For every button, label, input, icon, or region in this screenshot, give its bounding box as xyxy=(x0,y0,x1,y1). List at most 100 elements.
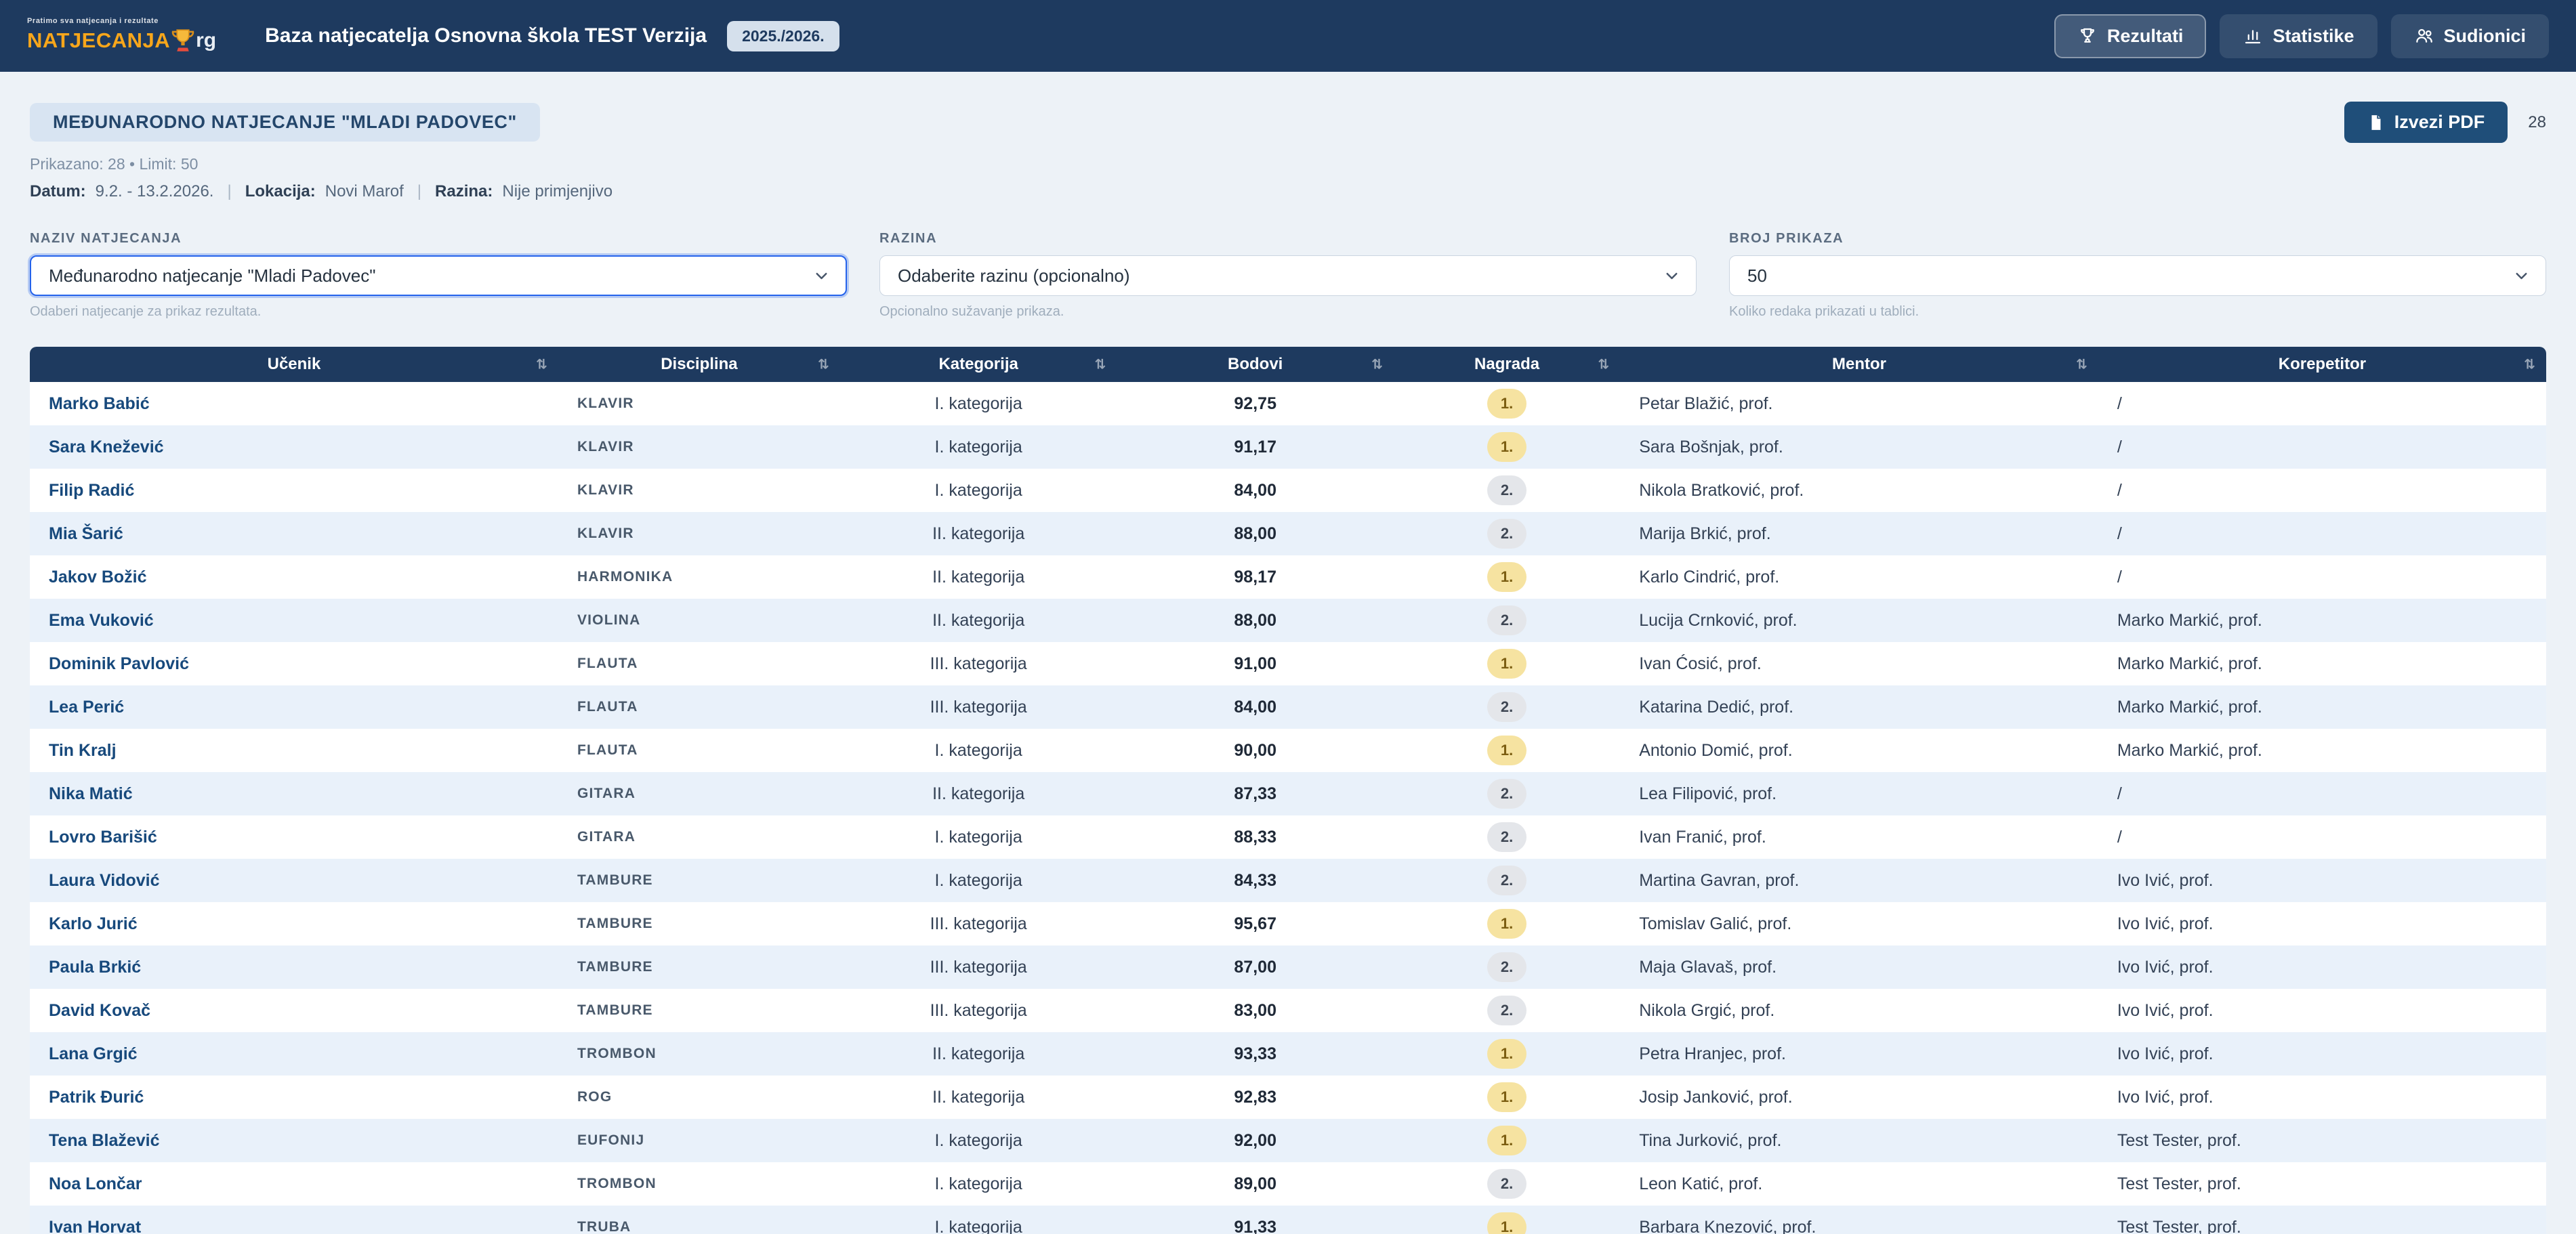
cell-mentor: Leon Katić, prof. xyxy=(1620,1162,2098,1206)
cell-kategorija: III. kategorija xyxy=(840,989,1117,1032)
cell-korepetitor: Marko Markić, prof. xyxy=(2098,685,2546,729)
cell-korepetitor: Ivo Ivić, prof. xyxy=(2098,859,2546,902)
sort-icon[interactable]: ⇅ xyxy=(1095,356,1106,373)
cell-kategorija: I. kategorija xyxy=(840,1119,1117,1162)
cell-bodovi: 84,00 xyxy=(1117,685,1394,729)
nav-label: Statistike xyxy=(2272,26,2354,47)
sort-icon[interactable]: ⇅ xyxy=(536,356,547,373)
cell-disciplina: VIOLINA xyxy=(558,599,840,642)
cell-korepetitor: / xyxy=(2098,469,2546,512)
award-badge: 2. xyxy=(1487,605,1526,635)
cell-disciplina: TAMBURE xyxy=(558,945,840,989)
logo[interactable]: Pratimo sva natjecanja i rezultate NATJE… xyxy=(27,17,216,55)
cell-ucenik: Nika Matić xyxy=(30,772,558,815)
cell-mentor: Antonio Domić, prof. xyxy=(1620,729,2098,772)
sort-icon[interactable]: ⇅ xyxy=(2524,356,2535,373)
column-header-label: Disciplina xyxy=(661,355,737,373)
award-badge: 1. xyxy=(1487,1212,1526,1234)
cell-korepetitor: Marko Markić, prof. xyxy=(2098,642,2546,685)
top-bar: Pratimo sva natjecanja i rezultate NATJE… xyxy=(0,0,2576,72)
pdf-icon xyxy=(2367,114,2385,131)
cell-mentor: Nikola Bratković, prof. xyxy=(1620,469,2098,512)
column-header-bodovi[interactable]: Bodovi⇅ xyxy=(1117,347,1394,382)
cell-disciplina: EUFONIJ xyxy=(558,1119,840,1162)
cell-korepetitor: / xyxy=(2098,382,2546,425)
cell-ucenik: Jakov Božić xyxy=(30,555,558,599)
nav-statistike-button[interactable]: Statistike xyxy=(2220,14,2377,58)
cell-disciplina: GITARA xyxy=(558,815,840,859)
meta-separator: | xyxy=(413,182,425,201)
season-badge: 2025./2026. xyxy=(727,21,839,51)
cell-mentor: Sara Bošnjak, prof. xyxy=(1620,425,2098,469)
meta-datum-value: 9.2. - 13.2.2026. xyxy=(96,182,214,201)
cell-nagrada: 2. xyxy=(1394,989,1620,1032)
table-row: Lana GrgićTROMBONII. kategorija93,331.Pe… xyxy=(30,1032,2546,1076)
cell-mentor: Marija Brkić, prof. xyxy=(1620,512,2098,555)
column-header-kategorija[interactable]: Kategorija⇅ xyxy=(840,347,1117,382)
cell-korepetitor: Test Tester, prof. xyxy=(2098,1162,2546,1206)
cell-ucenik: Tena Blažević xyxy=(30,1119,558,1162)
cell-mentor: Barbara Knezović, prof. xyxy=(1620,1206,2098,1234)
cell-ucenik: David Kovač xyxy=(30,989,558,1032)
competition-select[interactable]: Međunarodno natjecanje "Mladi Padovec" xyxy=(30,255,847,296)
rows-limit-select[interactable]: 50 xyxy=(1729,255,2546,296)
column-header-ucenik[interactable]: Učenik⇅ xyxy=(30,347,558,382)
cell-mentor: Lucija Crnković, prof. xyxy=(1620,599,2098,642)
sort-icon[interactable]: ⇅ xyxy=(1598,356,1609,373)
sort-icon[interactable]: ⇅ xyxy=(818,356,829,373)
cell-korepetitor: / xyxy=(2098,555,2546,599)
cell-kategorija: II. kategorija xyxy=(840,772,1117,815)
cell-kategorija: III. kategorija xyxy=(840,642,1117,685)
award-badge: 2. xyxy=(1487,866,1526,895)
cell-bodovi: 84,33 xyxy=(1117,859,1394,902)
cell-nagrada: 1. xyxy=(1394,425,1620,469)
cell-kategorija: II. kategorija xyxy=(840,1032,1117,1076)
table-row: Lea PerićFLAUTAIII. kategorija84,002.Kat… xyxy=(30,685,2546,729)
table-row: Marko BabićKLAVIRI. kategorija92,751.Pet… xyxy=(30,382,2546,425)
competition-meta: Datum: 9.2. - 13.2.2026. | Lokacija: Nov… xyxy=(30,182,2546,201)
table-row: Ivan HorvatTRUBAI. kategorija91,331.Barb… xyxy=(30,1206,2546,1234)
table-row: Mia ŠarićKLAVIRII. kategorija88,002.Mari… xyxy=(30,512,2546,555)
cell-mentor: Nikola Grgić, prof. xyxy=(1620,989,2098,1032)
nav-sudionici-button[interactable]: Sudionici xyxy=(2391,14,2550,58)
cell-bodovi: 88,33 xyxy=(1117,815,1394,859)
cell-nagrada: 2. xyxy=(1394,512,1620,555)
cell-nagrada: 1. xyxy=(1394,642,1620,685)
cell-mentor: Karlo Cindrić, prof. xyxy=(1620,555,2098,599)
cell-mentor: Josip Janković, prof. xyxy=(1620,1076,2098,1119)
filter-naziv-natjecanja: NAZIV NATJECANJA Međunarodno natjecanje … xyxy=(30,231,847,320)
level-select[interactable]: Odaberite razinu (opcionalno) xyxy=(879,255,1697,296)
cell-disciplina: ROG xyxy=(558,1076,840,1119)
cell-bodovi: 92,00 xyxy=(1117,1119,1394,1162)
cell-nagrada: 1. xyxy=(1394,1206,1620,1234)
cell-disciplina: FLAUTA xyxy=(558,642,840,685)
column-header-disciplina[interactable]: Disciplina ⇅ xyxy=(558,347,840,382)
cell-kategorija: II. kategorija xyxy=(840,512,1117,555)
export-pdf-button[interactable]: Izvezi PDF xyxy=(2344,102,2508,143)
logo-trophy-icon xyxy=(169,26,197,55)
column-header-label: Mentor xyxy=(1832,355,1886,373)
results-table-container: Učenik⇅Disciplina⇅Kategorija⇅Bodovi⇅Nagr… xyxy=(30,347,2546,1234)
cell-kategorija: II. kategorija xyxy=(840,1076,1117,1119)
cell-bodovi: 87,00 xyxy=(1117,945,1394,989)
logo-brand-row: NATJECANJA rg xyxy=(27,26,216,55)
cell-ucenik: Mia Šarić xyxy=(30,512,558,555)
cell-bodovi: 93,33 xyxy=(1117,1032,1394,1076)
cell-ucenik: Marko Babić xyxy=(30,382,558,425)
sort-icon[interactable]: ⇅ xyxy=(1371,356,1383,373)
award-badge: 2. xyxy=(1487,692,1526,722)
table-row: Tena BlaževićEUFONIJI. kategorija92,001.… xyxy=(30,1119,2546,1162)
chevron-down-icon xyxy=(2512,267,2531,285)
cell-bodovi: 89,00 xyxy=(1117,1162,1394,1206)
cell-nagrada: 1. xyxy=(1394,1076,1620,1119)
column-header-mentor[interactable]: Mentor ⇅ xyxy=(1620,347,2098,382)
sort-icon[interactable]: ⇅ xyxy=(2076,356,2087,373)
nav-rezultati-button[interactable]: Rezultati xyxy=(2054,14,2207,58)
chart-icon xyxy=(2243,26,2263,46)
cell-nagrada: 1. xyxy=(1394,1032,1620,1076)
column-header-korepetitor[interactable]: Korepetitor⇅ xyxy=(2098,347,2546,382)
cell-ucenik: Laura Vidović xyxy=(30,859,558,902)
level-select-value: Odaberite razinu (opcionalno) xyxy=(898,265,1130,286)
export-pdf-label: Izvezi PDF xyxy=(2394,112,2485,133)
column-header-nagrada[interactable]: Nagrada⇅ xyxy=(1394,347,1620,382)
